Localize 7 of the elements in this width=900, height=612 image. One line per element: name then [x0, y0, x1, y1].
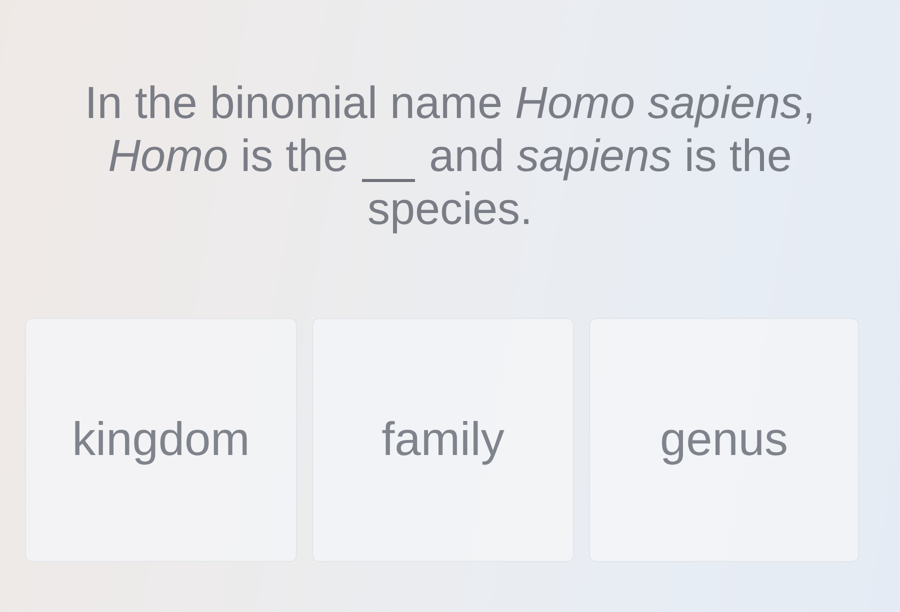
answer-option[interactable]: family	[312, 318, 574, 562]
question-text: species.	[367, 182, 533, 235]
answer-option[interactable]: kingdom	[25, 318, 297, 562]
question-text: Homo is the	[108, 129, 348, 182]
question-text: and sapiens is the	[429, 129, 792, 182]
question-text: In the binomial name Homo sapiens,	[84, 76, 816, 129]
answer-option[interactable]: genus	[589, 318, 859, 562]
